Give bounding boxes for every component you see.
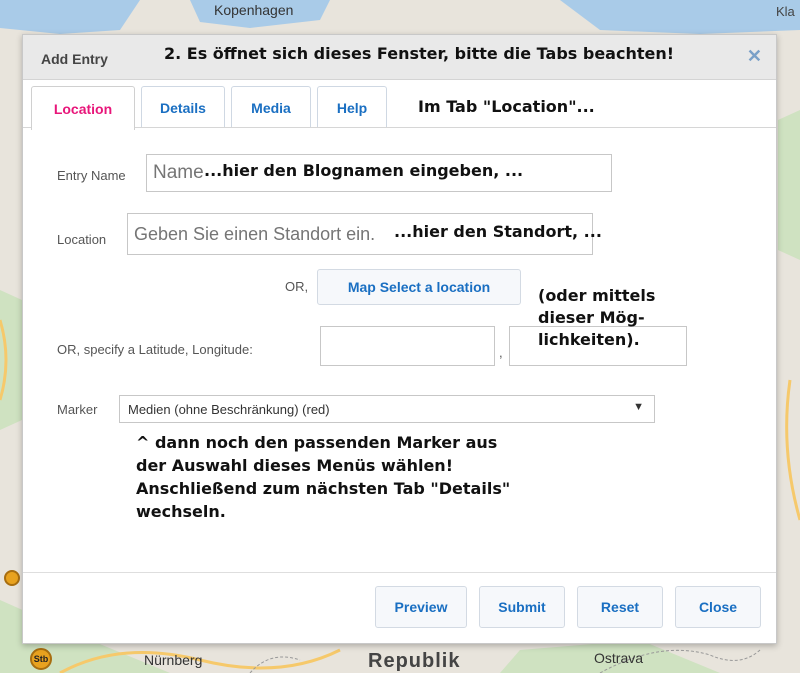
close-button[interactable]: Close bbox=[675, 586, 761, 628]
footer-divider bbox=[23, 572, 776, 573]
annotation-location-note: ...hier den Standort, ... bbox=[394, 222, 602, 241]
tab-location[interactable]: Location bbox=[31, 86, 135, 130]
location-label: Location bbox=[57, 232, 107, 247]
map-label-nuernberg: Nürnberg bbox=[144, 652, 203, 668]
map-label-ostrava: Ostrava bbox=[594, 650, 644, 666]
annotation-marker-note-2: der Auswahl dieses Menüs wählen! bbox=[136, 456, 453, 475]
map-select-location-button[interactable]: Map Select a location bbox=[317, 269, 521, 305]
annotation-marker-note-4: wechseln. bbox=[136, 502, 226, 521]
annotation-options-note-3: lichkeiten). bbox=[538, 330, 640, 349]
tab-help[interactable]: Help bbox=[317, 86, 387, 128]
annotation-marker-note-3: Anschließend zum nächsten Tab "Details" bbox=[136, 479, 511, 498]
tab-media[interactable]: Media bbox=[231, 86, 311, 128]
map-label-copenhagen: Kopenhagen bbox=[214, 2, 294, 18]
close-icon[interactable]: ✕ bbox=[747, 46, 762, 67]
latlng-label: OR, specify a Latitude, Longitude: bbox=[57, 342, 253, 357]
entry-name-label: Entry Name bbox=[57, 168, 126, 183]
marker-label: Marker bbox=[57, 402, 98, 417]
dialog-title: Add Entry bbox=[41, 51, 108, 67]
reset-button[interactable]: Reset bbox=[577, 586, 663, 628]
add-entry-dialog: Add Entry ✕ Location Details Media Help … bbox=[22, 34, 777, 644]
annotation-title-note: 2. Es öffnet sich dieses Fenster, bitte … bbox=[164, 44, 675, 63]
preview-button[interactable]: Preview bbox=[375, 586, 467, 628]
latitude-input[interactable] bbox=[320, 326, 495, 366]
map-label-republik: Republik bbox=[368, 650, 461, 672]
marker-select[interactable]: Medien (ohne Beschränkung) (red) ▼ bbox=[119, 395, 655, 423]
map-marker-badge[interactable]: Stb bbox=[30, 648, 52, 670]
annotation-tab-note: Im Tab "Location"... bbox=[418, 97, 595, 116]
tab-details[interactable]: Details bbox=[141, 86, 225, 128]
annotation-options-note-1: (oder mittels bbox=[538, 286, 656, 305]
tab-divider bbox=[23, 127, 776, 128]
marker-select-value: Medien (ohne Beschränkung) (red) bbox=[128, 402, 330, 417]
annotation-options-note-2: dieser Mög- bbox=[538, 308, 645, 327]
annotation-marker-note-1: ^ dann noch den passenden Marker aus bbox=[136, 433, 498, 452]
annotation-name-note: ...hier den Blognamen eingeben, ... bbox=[204, 161, 524, 180]
map-marker-badge-small[interactable] bbox=[4, 570, 20, 586]
or-label: OR, bbox=[285, 279, 309, 294]
dropdown-arrow-icon: ▼ bbox=[633, 401, 644, 413]
submit-button[interactable]: Submit bbox=[479, 586, 565, 628]
latlng-separator: , bbox=[499, 345, 503, 360]
map-label-top-right: Kla bbox=[776, 4, 795, 19]
